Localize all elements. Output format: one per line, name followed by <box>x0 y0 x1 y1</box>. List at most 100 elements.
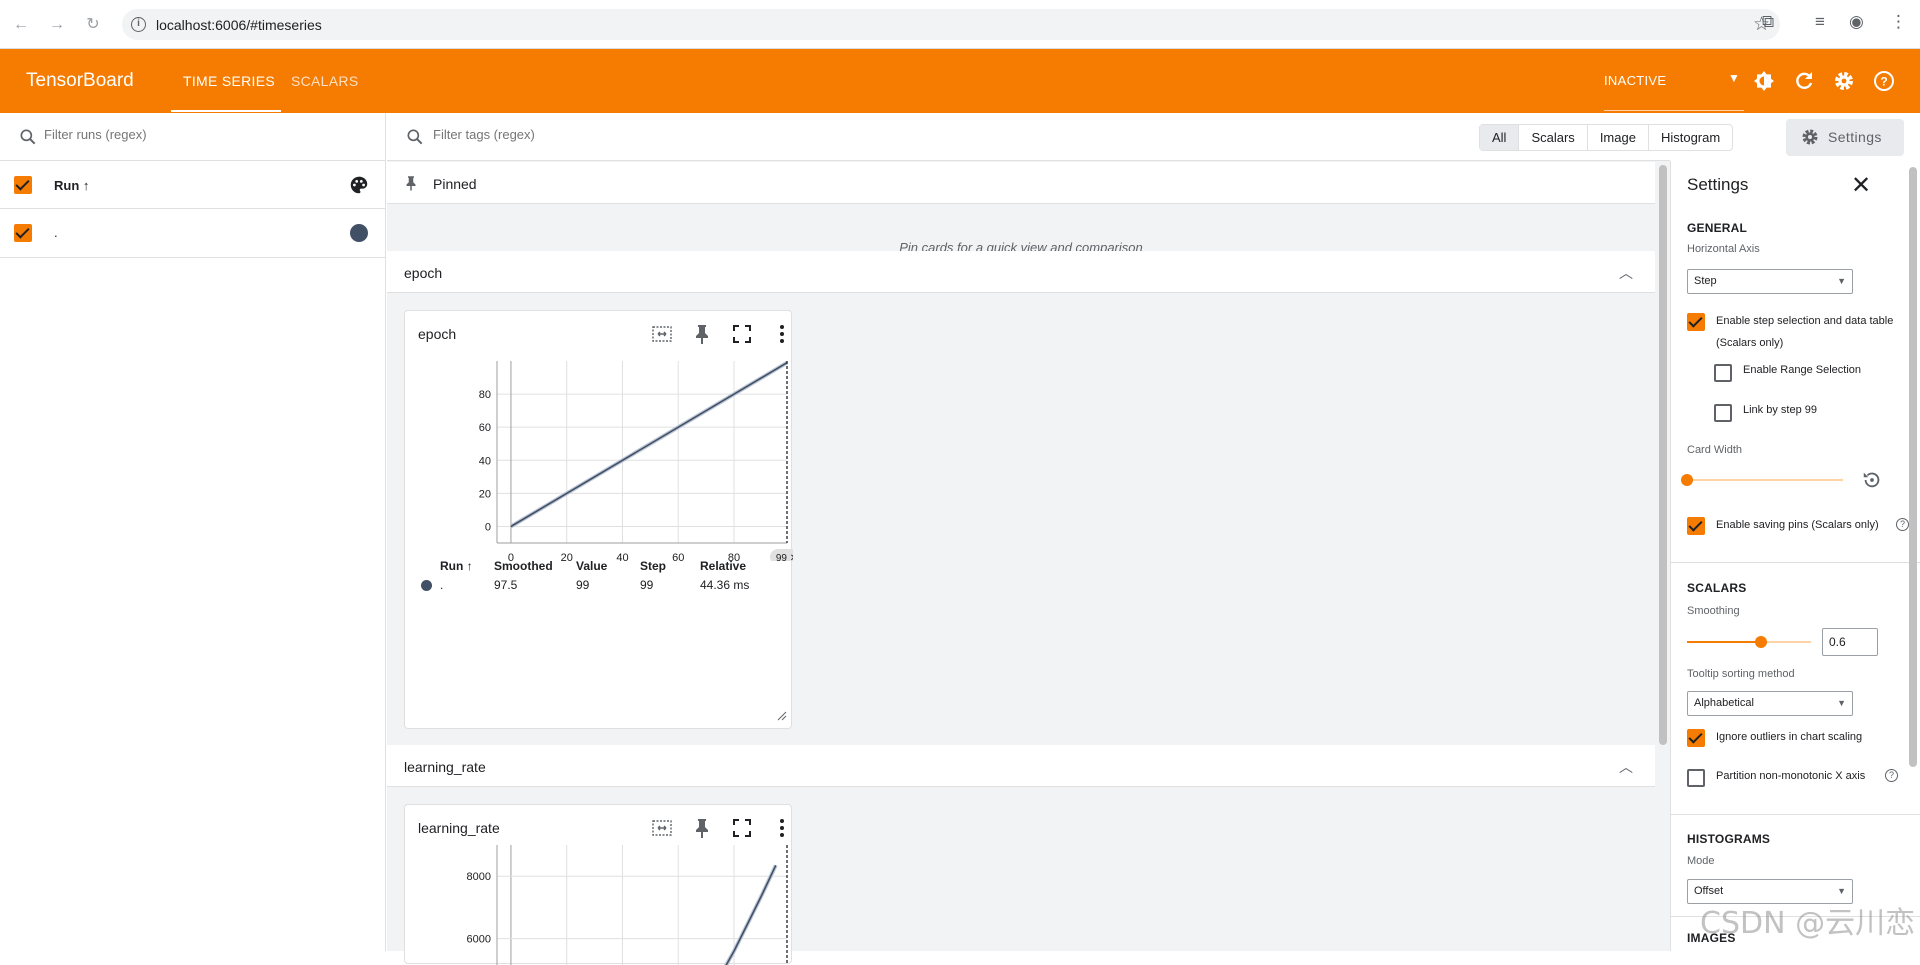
table-header-smoothed[interactable]: Smoothed <box>494 559 553 573</box>
help-icon[interactable]: ? <box>1885 769 1898 782</box>
theme-toggle-icon[interactable] <box>1752 69 1776 93</box>
fit-domain-icon[interactable] <box>650 816 674 840</box>
run-column-header[interactable]: Run ↑ <box>54 178 89 193</box>
smoothing-input[interactable]: 0.6 <box>1822 628 1878 656</box>
pin-icon[interactable] <box>690 816 714 840</box>
table-cell-smoothed: 97.5 <box>494 578 518 592</box>
settings-toggle-button[interactable]: Settings <box>1786 119 1904 156</box>
table-cell-run: . <box>440 578 444 592</box>
reading-list-icon[interactable]: ≡ <box>1815 12 1825 32</box>
run-color-swatch[interactable] <box>350 224 368 242</box>
step-marker-label: 99 ✕ <box>776 553 793 561</box>
help-icon[interactable]: ? <box>1872 69 1896 93</box>
run-checkbox[interactable] <box>14 224 32 242</box>
run-name: . <box>54 225 58 240</box>
address-bar[interactable]: i localhost:6006/#timeseries ☆ <box>122 9 1780 40</box>
chevron-up-icon[interactable]: ︿ <box>1619 757 1633 777</box>
series-line-raw <box>723 864 778 965</box>
close-icon[interactable]: ✕ <box>1851 171 1871 200</box>
scrollbar-thumb[interactable] <box>1659 165 1667 745</box>
ignore-outliers-checkbox[interactable] <box>1687 729 1705 747</box>
reload-state-select[interactable]: INACTIVE ▼ <box>1604 71 1744 88</box>
chevron-up-icon[interactable]: ︿ <box>1619 263 1633 283</box>
fit-domain-icon[interactable] <box>650 322 674 346</box>
table-header-step[interactable]: Step <box>640 559 666 573</box>
saving-pins-checkbox[interactable] <box>1687 517 1705 535</box>
step-selection-checkbox[interactable] <box>1687 313 1705 331</box>
app-header: TensorBoard TIME SERIES SCALARS INACTIVE… <box>0 49 1920 113</box>
divider <box>1671 814 1920 815</box>
partition-checkbox[interactable] <box>1687 769 1705 787</box>
y-tick-label: 0 <box>485 521 491 533</box>
select-all-runs-checkbox[interactable] <box>14 176 32 194</box>
table-header-relative[interactable]: Relative <box>700 559 746 573</box>
tag-filter-input[interactable] <box>433 127 833 142</box>
reload-icon[interactable]: ↻ <box>82 14 104 36</box>
y-tick-label: 8000 <box>467 871 491 883</box>
step-selection-label[interactable]: Enable step selection and data table <box>1716 315 1893 327</box>
tooltip-sort-label: Tooltip sorting method <box>1687 668 1795 680</box>
profile-icon[interactable]: ◉ <box>1849 12 1864 32</box>
chevron-down-icon: ▼ <box>1728 71 1741 85</box>
tab-time-series[interactable]: TIME SERIES <box>183 73 275 89</box>
filter-histogram-button[interactable]: Histogram <box>1649 125 1732 150</box>
tooltip-sort-select[interactable]: Alphabetical ▼ <box>1687 691 1853 716</box>
help-icon[interactable]: ? <box>1896 518 1909 531</box>
filter-scalars-button[interactable]: Scalars <box>1519 125 1588 150</box>
pin-icon[interactable] <box>690 322 714 346</box>
gear-icon[interactable] <box>1832 69 1856 93</box>
back-icon[interactable]: ← <box>10 14 32 36</box>
group-title: learning_rate <box>404 759 486 775</box>
tab-scalars[interactable]: SCALARS <box>291 73 358 89</box>
link-by-step-checkbox[interactable] <box>1714 404 1732 422</box>
settings-scrollbar[interactable] <box>1909 167 1917 767</box>
table-header-value[interactable]: Value <box>576 559 607 573</box>
horizontal-axis-select[interactable]: Step ▼ <box>1687 269 1853 294</box>
card-width-slider-thumb[interactable] <box>1681 474 1693 486</box>
link-by-step-label[interactable]: Link by step 99 <box>1743 404 1817 416</box>
refresh-icon[interactable] <box>1792 69 1816 93</box>
more-vert-icon[interactable] <box>770 816 794 840</box>
smoothing-slider-thumb[interactable] <box>1755 636 1767 648</box>
ignore-outliers-label[interactable]: Ignore outliers in chart scaling <box>1716 731 1862 743</box>
y-tick-label: 20 <box>479 488 491 500</box>
main-scrollbar[interactable] <box>1655 161 1670 951</box>
watermark: CSDN @云川恋 <box>1700 906 1916 941</box>
plugin-type-filter: All Scalars Image Histogram <box>1479 124 1734 151</box>
tag-filter-bar: All Scalars Image Histogram <box>387 113 1734 161</box>
search-icon <box>20 129 36 145</box>
card-title: learning_rate <box>418 820 500 836</box>
table-header-run[interactable]: Run ↑ <box>440 559 473 573</box>
series-line <box>510 362 788 528</box>
fullscreen-icon[interactable] <box>730 322 754 346</box>
url-text[interactable]: localhost:6006/#timeseries <box>156 17 322 33</box>
group-header-epoch[interactable]: epoch ︿ <box>387 251 1655 293</box>
line-chart[interactable]: 02040608002040608099 ✕ <box>405 351 793 561</box>
more-vert-icon[interactable] <box>770 322 794 346</box>
group-header-learning-rate[interactable]: learning_rate ︿ <box>387 745 1655 787</box>
site-info-icon[interactable]: i <box>131 17 146 32</box>
saving-pins-label[interactable]: Enable saving pins (Scalars only) <box>1716 519 1879 531</box>
gear-icon <box>1802 129 1818 145</box>
palette-icon[interactable] <box>348 174 370 196</box>
partition-label[interactable]: Partition non-monotonic X axis <box>1716 770 1865 782</box>
resize-handle-icon[interactable] <box>777 711 787 721</box>
range-selection-label[interactable]: Enable Range Selection <box>1743 364 1861 376</box>
runs-filter-input[interactable] <box>44 127 364 142</box>
run-row[interactable]: . <box>0 210 386 258</box>
filter-all-button[interactable]: All <box>1480 125 1520 150</box>
forward-icon[interactable]: → <box>46 14 68 36</box>
pin-icon <box>406 176 416 191</box>
fullscreen-icon[interactable] <box>730 816 754 840</box>
browser-menu-icon[interactable]: ⋮ <box>1890 12 1907 32</box>
runs-panel: Run ↑ . <box>0 113 386 951</box>
range-selection-checkbox[interactable] <box>1714 364 1732 382</box>
line-chart[interactable]: 6000 8000 <box>405 845 793 965</box>
x-tick-label: 40 <box>616 552 628 561</box>
reset-icon[interactable] <box>1861 469 1883 491</box>
card-width-slider-track[interactable] <box>1687 479 1843 481</box>
group-title: epoch <box>404 265 443 281</box>
filter-image-button[interactable]: Image <box>1588 125 1649 150</box>
extensions-icon[interactable]: ⧉ <box>1762 12 1774 32</box>
browser-toolbar: ← → ↻ i localhost:6006/#timeseries ☆ ⧉ ≡… <box>0 0 1920 49</box>
